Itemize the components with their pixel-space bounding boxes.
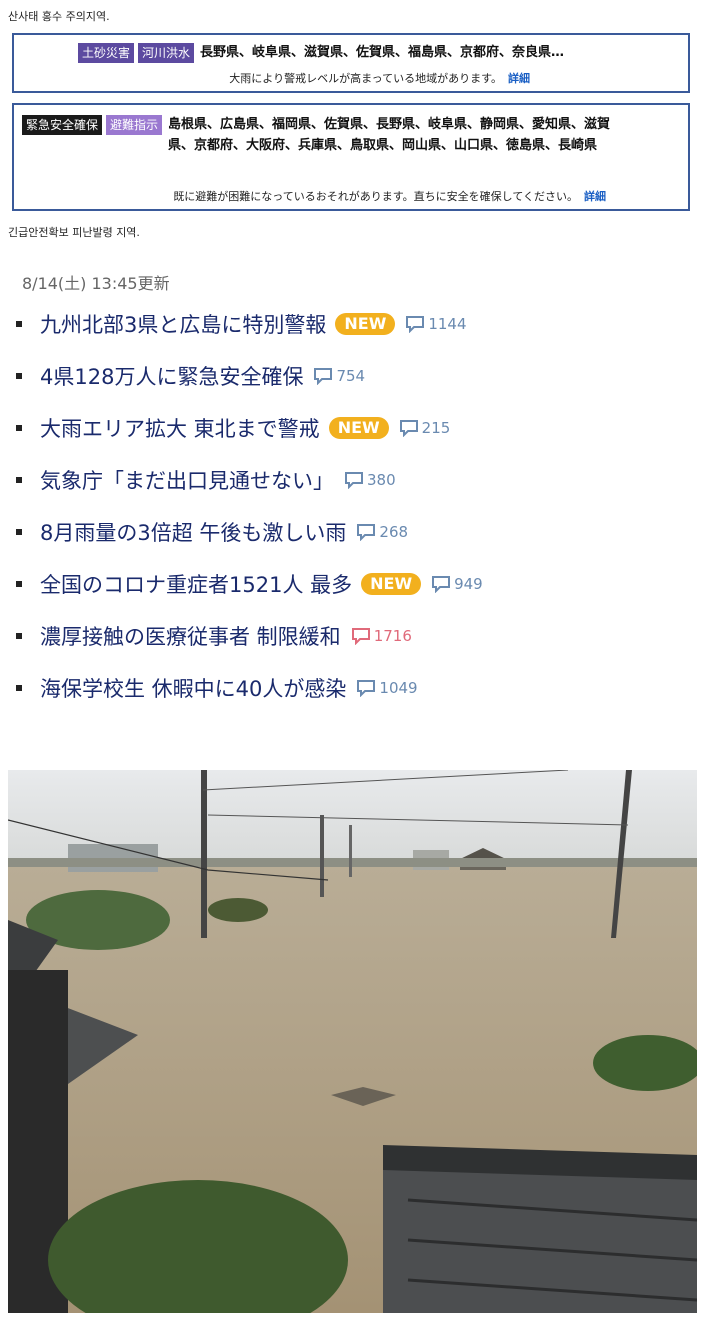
comment-bubble-icon [345,472,363,489]
emergency-alert-row: 緊急安全確保 避難指示 島根県、広島県、福岡県、佐賀県、長野県、岐阜県、静岡県、… [22,115,628,156]
new-badge: NEW [335,313,396,335]
comment-count-link[interactable]: 1049 [356,679,418,697]
comment-bubble-icon [406,316,425,333]
warning-alert-row: 土砂災害 河川洪水 長野県、岐阜県、滋賀県、佐賀県、福島県、京都府、奈良県… [78,43,564,63]
comment-count: 215 [421,419,451,437]
evacuation-order-badge: 避難指示 [106,115,163,135]
news-headline-link[interactable]: 九州北部3県と広島に特別警報 [40,309,326,339]
news-item[interactable]: 4県128万人に緊急安全確保 754 [16,356,365,396]
comment-count-link[interactable]: 754 [313,367,365,385]
river-flood-badge: 河川洪水 [138,43,195,63]
bullet-icon [16,581,22,587]
warning-detail-link[interactable]: 詳細 [508,72,530,85]
news-update-time: 8/14(土) 13:45更新 [22,274,170,293]
comment-count: 754 [336,367,366,385]
news-item[interactable]: 大雨エリア拡大 東北まで警戒 NEW 215 [16,408,450,448]
warning-alert-box[interactable]: 土砂災害 河川洪水 長野県、岐阜県、滋賀県、佐賀県、福島県、京都府、奈良県… 大… [12,33,690,93]
news-headline-link[interactable]: 4県128万人に緊急安全確保 [40,361,303,391]
comment-count: 1716 [373,627,412,645]
flooded-town-photo [8,770,697,1313]
comment-bubble-icon [399,420,418,437]
caption-emergency-evacuation: 긴급안전확보 피난발령 지역. [8,226,140,239]
warning-regions: 長野県、岐阜県、滋賀県、佐賀県、福島県、京都府、奈良県… [200,45,565,60]
comment-bubble-icon [314,368,333,385]
news-item[interactable]: 海保学校生 休暇中に40人が感染 1049 [16,668,418,708]
new-badge: NEW [361,573,422,595]
bullet-icon [16,321,22,327]
comment-count-link[interactable]: 1716 [351,627,412,645]
news-item[interactable]: 濃厚接触の医療従事者 制限緩和 1716 [16,616,412,656]
warning-note-text: 大雨により警戒レベルが高まっている地域があります。 [229,72,502,85]
caption-landslide-flood: 산사태 홍수 주의지역. [8,10,110,23]
bullet-icon [16,425,22,431]
emergency-safety-badge: 緊急安全確保 [22,115,103,135]
comment-count: 268 [379,523,409,541]
news-item[interactable]: 気象庁「まだ出口見通せない」 380 [16,460,396,500]
emergency-note-text: 既に避難が困難になっているおそれがあります。直ちに安全を確保してください。 [173,190,578,203]
news-item[interactable]: 九州北部3県と広島に特別警報 NEW 1144 [16,304,467,344]
comment-bubble-icon [357,680,376,697]
bullet-icon [16,477,22,483]
warning-note: 大雨により警戒レベルが高まっている地域があります。 詳細 [229,70,530,86]
news-item[interactable]: 8月雨量の3倍超 午後も激しい雨 268 [16,512,408,552]
bullet-icon [16,373,22,379]
comment-count-link[interactable]: 380 [344,471,396,489]
comment-count-link[interactable]: 949 [431,575,483,593]
news-headline-link[interactable]: 気象庁「まだ出口見通せない」 [40,465,334,495]
comment-count-link[interactable]: 268 [356,523,408,541]
new-badge: NEW [328,417,389,439]
comment-count-link[interactable]: 1144 [405,315,467,333]
bullet-icon [16,529,22,535]
news-headline-link[interactable]: 8月雨量の3倍超 午後も激しい雨 [40,517,346,547]
comment-count: 380 [367,471,396,489]
emergency-note: 既に避難が困難になっているおそれがあります。直ちに安全を確保してください。 詳細 [173,188,606,204]
comment-count: 1049 [379,679,418,697]
news-headline-link[interactable]: 海保学校生 休暇中に40人が感染 [40,673,346,703]
emergency-detail-link[interactable]: 詳細 [584,190,606,203]
landslide-badge: 土砂災害 [78,43,135,63]
news-headline-link[interactable]: 全国のコロナ重症者1521人 最多 [40,569,352,599]
comment-bubble-icon [351,628,370,645]
comment-bubble-icon [432,576,451,593]
emergency-alert-box[interactable]: 緊急安全確保 避難指示 島根県、広島県、福岡県、佐賀県、長野県、岐阜県、静岡県、… [12,103,690,211]
comment-count-link[interactable]: 215 [399,419,451,437]
comment-count: 949 [454,575,483,593]
comment-bubble-icon [357,524,376,541]
news-headline-link[interactable]: 濃厚接触の医療従事者 制限緩和 [40,621,341,651]
comment-count: 1144 [428,315,467,333]
emergency-regions: 島根県、広島県、福岡県、佐賀県、長野県、岐阜県、静岡県、愛知県、滋賀県、京都府、… [168,117,611,153]
news-headline-link[interactable]: 大雨エリア拡大 東北まで警戒 [40,413,320,443]
bullet-icon [16,633,22,639]
bullet-icon [16,685,22,691]
news-item[interactable]: 全国のコロナ重症者1521人 最多 NEW 949 [16,564,483,604]
